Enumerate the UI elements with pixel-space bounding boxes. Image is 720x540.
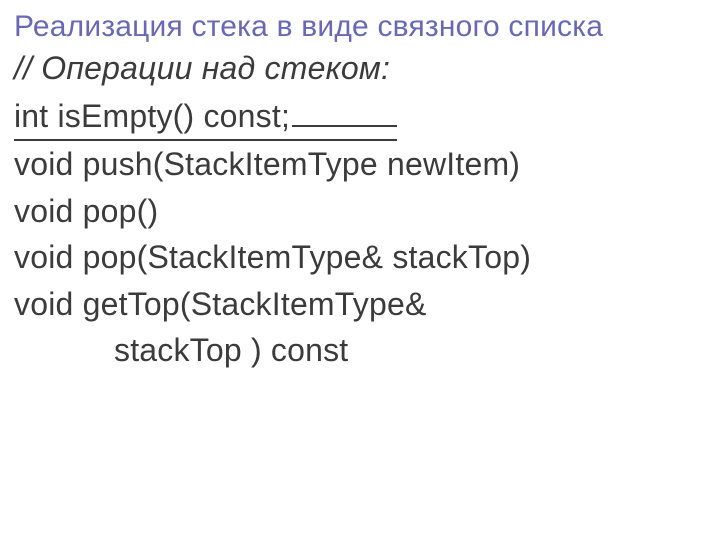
code-line-1: int isEmpty() const; — [14, 93, 706, 141]
code-line-2: void push(StackItemType newItem) — [14, 141, 706, 187]
code-comment: // Операции над стеком: — [14, 50, 706, 87]
code-line-6: stackTop ) const — [14, 327, 706, 373]
slide-title: Реализация стека в виде связного списка — [14, 10, 706, 44]
code-line-1-text: int isEmpty() const; — [14, 93, 397, 141]
slide: Реализация стека в виде связного списка … — [0, 0, 720, 540]
code-line-5: void getTop(StackItemType& — [14, 281, 706, 327]
code-line-4: void pop(StackItemType& stackTop) — [14, 234, 706, 280]
code-line-3: void pop() — [14, 188, 706, 234]
